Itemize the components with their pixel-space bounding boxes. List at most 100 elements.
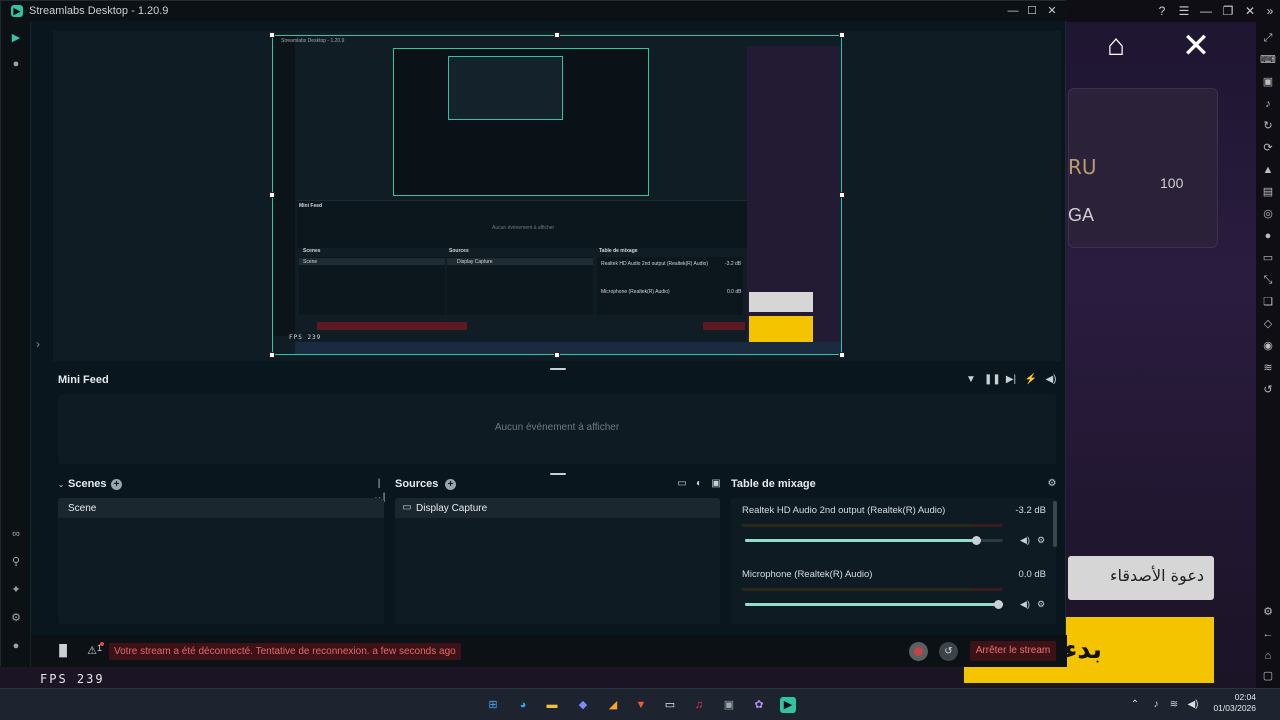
status-message[interactable]: Votre stream a été déconnecté. Tentative… [109, 643, 461, 660]
wifi-icon[interactable]: ≋ [1167, 698, 1181, 712]
keyboard-icon[interactable]: ⌨ [1260, 52, 1276, 68]
folder-icon[interactable]: ▭ [1260, 250, 1276, 266]
edge-icon[interactable]: ◕ [515, 697, 531, 713]
editor-icon[interactable]: ▶ [9, 31, 23, 45]
user-icon[interactable]: ● [9, 639, 23, 653]
resize-icon[interactable]: ⤡ [1260, 272, 1276, 288]
file-explorer-icon[interactable]: ▬ [544, 697, 560, 713]
record-icon[interactable]: ● [1260, 228, 1276, 244]
resize-handle-t[interactable] [554, 32, 560, 38]
close-icon[interactable]: ✕ [1242, 3, 1258, 19]
game-invite-button[interactable]: دعوة الأصدقاء [1068, 556, 1214, 600]
nested-status [317, 322, 467, 330]
settings-icon[interactable]: ⚙ [1260, 604, 1276, 620]
mute-alerts-icon[interactable]: ⚡ [1024, 373, 1038, 387]
stats-icon[interactable]: ▤ [1260, 184, 1276, 200]
mixer-channel-db: -3.2 dB [1015, 505, 1046, 516]
fullscreen-icon[interactable]: ⤢ [1260, 30, 1276, 46]
help-icon[interactable]: ? [1154, 3, 1170, 19]
location-icon[interactable]: ◉ [1260, 338, 1276, 354]
camera-icon[interactable]: ◎ [1260, 206, 1276, 222]
mixer-scrollbar[interactable] [1053, 501, 1057, 547]
replay-buffer-button[interactable]: ↺ [939, 642, 958, 661]
volume-slider-knob[interactable] [994, 600, 1003, 609]
link-icon[interactable]: ∞ [9, 527, 23, 541]
play-circle-icon[interactable]: ● [9, 57, 23, 71]
resize-handle-tl[interactable] [269, 32, 275, 38]
taskbar-clock[interactable]: 02:04 01/03/2026 [1204, 692, 1256, 714]
resize-handle-br[interactable] [839, 352, 845, 358]
source-folder-icon[interactable]: ▭ [675, 477, 689, 491]
gear-icon[interactable]: ⚙ [1035, 598, 1047, 610]
menu-icon[interactable]: ☰ [1176, 3, 1192, 19]
speaker-icon[interactable]: ◀) [1019, 598, 1031, 610]
screen-icon[interactable]: ▣ [1260, 74, 1276, 90]
terminal-icon[interactable]: ▭ [662, 697, 678, 713]
expand-icon[interactable]: » [1262, 3, 1278, 19]
maximize-button[interactable]: ☐ [1023, 3, 1041, 19]
close-button[interactable]: ✕ [1043, 3, 1061, 19]
tray-chevron-icon[interactable]: ⌃ [1128, 698, 1142, 712]
maps-icon[interactable]: ◢ [605, 697, 621, 713]
rotate-icon[interactable]: ↻ [1260, 118, 1276, 134]
resize-handle-b[interactable] [554, 352, 560, 358]
speaker-icon[interactable]: ◀) [1019, 534, 1031, 546]
resize-handle-tr[interactable] [839, 32, 845, 38]
minimize-button[interactable]: — [1004, 3, 1022, 19]
refresh-icon[interactable]: ↺ [1260, 382, 1276, 398]
scene-row[interactable]: Scene [58, 498, 384, 518]
integrations-icon[interactable]: ⚲ [9, 555, 23, 569]
copilot-icon[interactable]: ✿ [751, 697, 767, 713]
minimize-icon[interactable]: — [1198, 3, 1214, 19]
resize-handle-bl[interactable] [269, 352, 275, 358]
add-source-button[interactable]: + [445, 479, 456, 490]
brave-icon[interactable]: ▼ [633, 697, 649, 713]
copy-icon[interactable]: ❏ [1260, 294, 1276, 310]
record-button[interactable] [909, 642, 928, 661]
resize-handle-r[interactable] [839, 192, 845, 198]
skip-icon[interactable]: ▶| [1004, 373, 1018, 387]
start-icon[interactable]: ⊞ [485, 697, 501, 713]
music-icon[interactable]: ♫ [691, 697, 707, 713]
streamlabs-taskbar-icon[interactable]: ▶ [780, 697, 796, 713]
filter-icon[interactable]: ▼ [964, 373, 978, 387]
add-scene-button[interactable]: + [111, 479, 122, 490]
source-row[interactable]: ▭ Display Capture [395, 498, 720, 518]
window-app-icon[interactable]: ▣ [721, 697, 737, 713]
minifeed-resize-handle[interactable] [550, 473, 566, 475]
source-add-folder-icon[interactable]: ▣ [709, 477, 723, 491]
eraser-icon[interactable]: ◇ [1260, 316, 1276, 332]
recent-apps-icon[interactable]: ▢ [1260, 668, 1276, 684]
left-nav: ▶ ● ∞ ⚲ ✦ ⚙ ● [1, 21, 31, 667]
mixer-settings-icon[interactable]: ⚙ [1045, 477, 1059, 491]
volume-tray-icon[interactable]: ◀) [1186, 698, 1200, 712]
macro-icon[interactable]: ▲ [1260, 162, 1276, 178]
source-audio-icon[interactable]: ◐ [692, 477, 706, 491]
resize-handle-l[interactable] [269, 192, 275, 198]
sparkle-icon[interactable]: ✦ [9, 583, 23, 597]
expand-chevron-icon[interactable]: › [36, 337, 40, 351]
microphone-icon[interactable]: ♪ [1149, 698, 1163, 712]
sync-icon[interactable]: ⟳ [1260, 140, 1276, 156]
restore-icon[interactable]: ❐ [1220, 3, 1236, 19]
volume-slider[interactable] [745, 600, 1003, 609]
scene-transition-icon[interactable]: |↔| [372, 477, 386, 503]
gear-icon[interactable]: ⚙ [1035, 534, 1047, 546]
pause-icon[interactable]: ❚❚ [984, 373, 1001, 387]
volume-icon[interactable]: ♪ [1260, 96, 1276, 112]
layers-icon[interactable]: ≋ [1260, 360, 1276, 376]
collapse-chevron-icon[interactable]: ⌄ [54, 478, 68, 492]
stop-stream-button[interactable]: Arrêter le stream [970, 641, 1056, 661]
settings-icon[interactable]: ⚙ [9, 611, 23, 625]
game-home-icon[interactable]: ⌂ [1094, 26, 1138, 66]
game-close-icon[interactable]: ✕ [1176, 26, 1216, 66]
back-icon[interactable]: ← [1260, 626, 1276, 642]
discord-icon[interactable]: ◆ [575, 697, 591, 713]
volume-slider-knob[interactable] [971, 536, 981, 545]
volume-slider[interactable] [745, 536, 1003, 545]
speaker-icon[interactable]: ◀) [1044, 373, 1058, 387]
display-capture-preview[interactable]: Streamlabs Desktop - 1.20.9 Mini Feed Au… [272, 35, 842, 355]
bar-chart-icon[interactable]: ▐▌ [55, 643, 71, 659]
home-icon[interactable]: ⌂ [1260, 648, 1276, 664]
preview-resize-handle[interactable] [550, 368, 566, 370]
